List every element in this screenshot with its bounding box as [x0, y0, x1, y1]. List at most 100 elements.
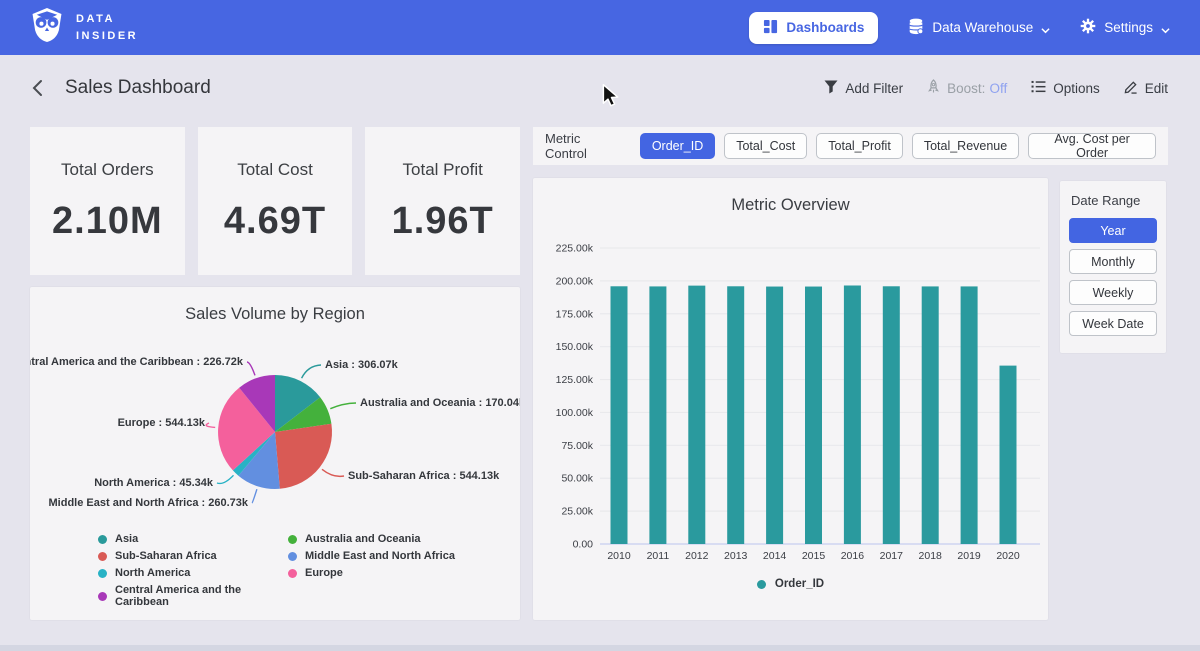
x-tick-label: 2010	[607, 550, 631, 562]
pie-slice-sub-saharan-africa[interactable]	[275, 424, 332, 489]
nav-data-warehouse-menu[interactable]: Data Warehouse	[908, 18, 1050, 38]
y-tick-label: 0.00	[573, 539, 594, 551]
bar-2020[interactable]	[1000, 366, 1017, 544]
pie-callout-line	[247, 362, 255, 375]
metric-option-order-id[interactable]: Order_ID	[640, 133, 715, 159]
chevron-down-icon	[1041, 23, 1050, 32]
legend-label: Sub-Saharan Africa	[115, 550, 217, 562]
y-tick-label: 25.00k	[561, 506, 593, 518]
legend-dot	[98, 592, 107, 601]
x-tick-label: 2012	[685, 550, 709, 562]
add-filter-button[interactable]: Add Filter	[824, 80, 903, 97]
legend-label: Middle East and North Africa	[305, 550, 455, 562]
legend-item-middle-east-and-north-africa[interactable]: Middle East and North Africa	[288, 550, 455, 562]
pie-callout-line	[302, 365, 321, 378]
pie-legend: Asia Australia and Oceania Sub-Saharan Afr…	[98, 533, 455, 608]
bar-2011[interactable]	[649, 286, 666, 544]
metric-option-total-profit[interactable]: Total_Profit	[816, 133, 903, 159]
bar-chart[interactable]: 225.00k200.00k175.00k150.00k125.00k100.0…	[533, 226, 1048, 571]
bar-2016[interactable]	[844, 285, 861, 544]
kpi-value: 2.10M	[52, 200, 163, 243]
bar-2015[interactable]	[805, 287, 822, 544]
database-icon	[908, 18, 924, 38]
legend-item-sub-saharan-africa[interactable]: Sub-Saharan Africa	[98, 550, 288, 562]
page-title: Sales Dashboard	[65, 77, 211, 99]
kpi-value: 1.96T	[392, 200, 494, 243]
pie-slice-label: Sub-Saharan Africa : 544.13k	[348, 470, 500, 482]
y-tick-label: 50.00k	[561, 473, 593, 485]
legend-label: Europe	[305, 567, 343, 579]
top-navbar: DATA INSIDER Dashboards	[0, 0, 1200, 55]
nav-settings-menu[interactable]: Settings	[1080, 18, 1170, 37]
bar-2010[interactable]	[611, 286, 628, 544]
metric-option-avg-cost-per-order[interactable]: Avg. Cost per Order	[1028, 133, 1156, 159]
bar-chart-card: Metric Overview 225.00k 200.00k 175.00k 150…	[533, 178, 1048, 620]
legend-item-north-america[interactable]: North America	[98, 567, 288, 579]
edit-button[interactable]: Edit	[1124, 80, 1168, 97]
metric-option-total-cost[interactable]: Total_Cost	[724, 133, 807, 159]
x-tick-label: 2014	[763, 550, 787, 562]
rocket-icon	[927, 79, 940, 97]
date-range-label: Date Range	[1071, 193, 1157, 208]
date-range-option-weekly[interactable]: Weekly	[1069, 280, 1157, 305]
pie-slice-label: Europe : 544.13k	[118, 417, 206, 429]
y-tick-label: 100.00k	[556, 407, 594, 419]
brand-logo[interactable]: DATA INSIDER	[30, 7, 138, 48]
x-tick-label: 2011	[647, 550, 670, 562]
kpi-card-total-profit[interactable]: Total Profit1.96T	[365, 127, 520, 275]
pie-slice-label: North America : 45.34k	[94, 477, 214, 489]
pie-slice-label: Central America and the Caribbean : 226.…	[30, 356, 244, 368]
bar-2019[interactable]	[961, 286, 978, 544]
pie-chart-card: Sales Volume by Region Asia : 306.07k Aus…	[30, 287, 520, 620]
nav-dashboards-button[interactable]: Dashboards	[749, 12, 878, 44]
x-tick-label: 2013	[724, 550, 748, 562]
legend-dot	[757, 580, 766, 589]
legend-item-central-america-and-the-caribbean[interactable]: Central America and the Caribbean	[98, 584, 288, 608]
pie-callout-line	[206, 423, 215, 427]
legend-label: Central America and the Caribbean	[115, 584, 288, 608]
pie-slice-label: Middle East and North Africa : 260.73k	[49, 497, 249, 509]
date-range-option-monthly[interactable]: Monthly	[1069, 249, 1157, 274]
kpi-card-total-cost[interactable]: Total Cost4.69T	[198, 127, 353, 275]
metric-option-total-revenue[interactable]: Total_Revenue	[912, 133, 1019, 159]
y-tick-label: 175.00k	[556, 308, 594, 320]
kpi-row: Total Orders2.10MTotal Cost4.69TTotal Pr…	[30, 127, 520, 275]
y-tick-label: 200.00k	[556, 275, 594, 287]
gear-icon	[1080, 18, 1096, 37]
y-tick-label: 150.00k	[556, 341, 594, 353]
pie-chart[interactable]: Asia : 306.07k Australia and Oceania : 17…	[30, 335, 520, 527]
bar-2013[interactable]	[727, 286, 744, 544]
boost-toggle[interactable]: Boost: Off	[927, 79, 1007, 97]
legend-dot	[98, 535, 107, 544]
bar-2017[interactable]	[883, 286, 900, 544]
legend-dot	[98, 569, 107, 578]
legend-item-australia-and-oceania[interactable]: Australia and Oceania	[288, 533, 455, 545]
metric-control-bar: Metric Control Order_IDTotal_CostTotal_P…	[533, 127, 1168, 165]
date-range-option-week-date[interactable]: Week Date	[1069, 311, 1157, 336]
back-button[interactable]	[32, 79, 43, 97]
bar-2014[interactable]	[766, 287, 783, 544]
kpi-card-total-orders[interactable]: Total Orders2.10M	[30, 127, 185, 275]
bar-chart-title: Metric Overview	[533, 178, 1048, 215]
pie-slice-label: Asia : 306.07k	[325, 359, 399, 371]
y-tick-label: 225.00k	[556, 243, 594, 255]
legend-label: Order_ID	[775, 578, 824, 590]
options-button[interactable]: Options	[1031, 80, 1100, 96]
bar-2018[interactable]	[922, 286, 939, 544]
owl-logo-icon	[30, 7, 64, 48]
bar-legend: Order_ID	[533, 578, 1048, 590]
x-tick-label: 2015	[802, 550, 826, 562]
pie-chart-title: Sales Volume by Region	[30, 287, 520, 324]
date-range-option-year[interactable]: Year	[1069, 218, 1157, 243]
legend-item-asia[interactable]: Asia	[98, 533, 288, 545]
legend-item-europe[interactable]: Europe	[288, 567, 455, 579]
x-tick-label: 2020	[996, 550, 1020, 562]
x-tick-label: 2016	[841, 550, 865, 562]
legend-label: Asia	[115, 533, 138, 545]
x-tick-label: 2019	[957, 550, 981, 562]
bar-2012[interactable]	[688, 286, 705, 544]
pie-slice-label: Australia and Oceania : 170.04k	[360, 397, 520, 409]
pencil-icon	[1124, 80, 1138, 97]
pie-callout-line	[252, 489, 257, 503]
legend-dot	[288, 552, 297, 561]
